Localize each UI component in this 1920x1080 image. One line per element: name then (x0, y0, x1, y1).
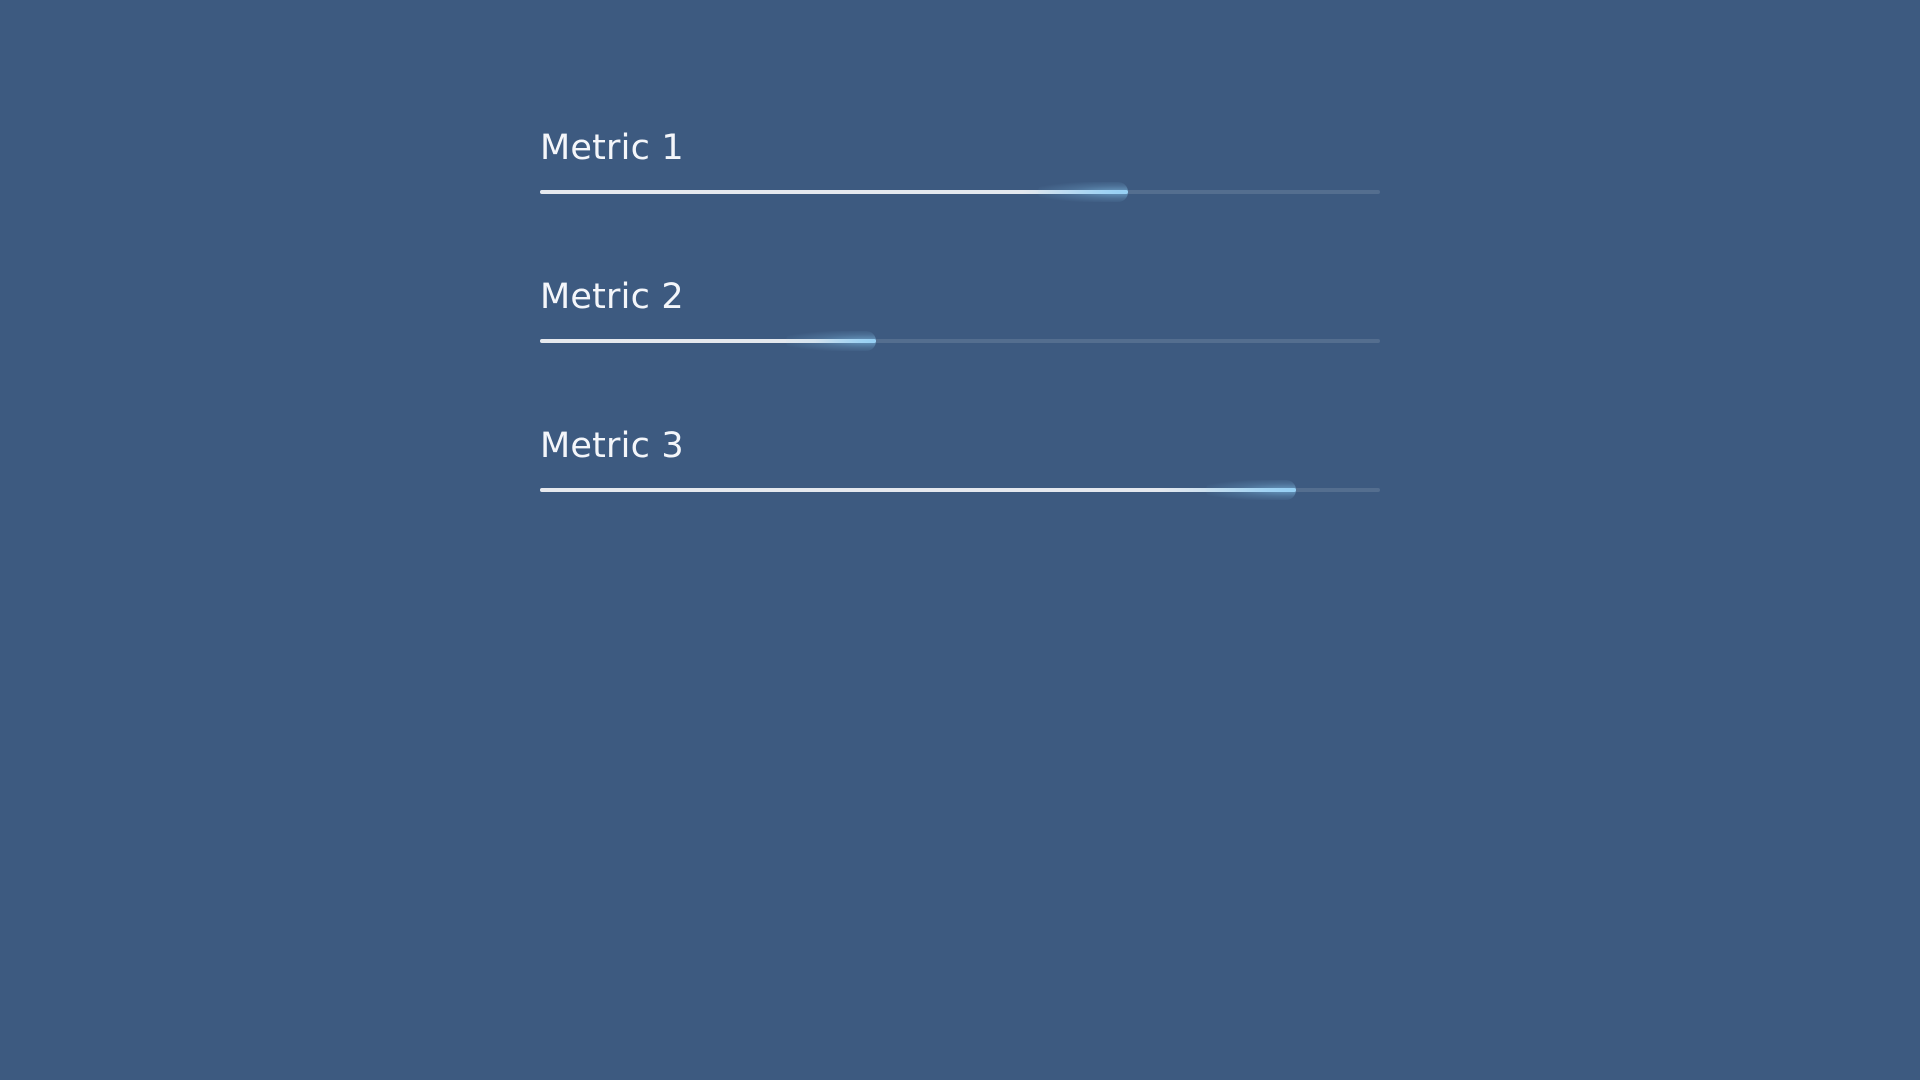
metric-label: Metric 1 (540, 128, 684, 168)
metric-label: Metric 2 (540, 277, 684, 317)
progress-track (540, 480, 1380, 500)
progress-glow (1206, 480, 1296, 500)
progress-track (540, 182, 1380, 202)
progress-glow (786, 331, 876, 351)
metrics-list: Metric 1 Metric 2 Metric 3 (540, 120, 1380, 567)
metric-item: Metric 1 (540, 120, 1380, 269)
metric-item: Metric 2 (540, 269, 1380, 418)
progress-fill (540, 480, 1296, 500)
progress-fill (540, 331, 876, 351)
progress-track (540, 331, 1380, 351)
page: Metric 1 Metric 2 Metric 3 (0, 0, 1920, 1080)
metric-label: Metric 3 (540, 426, 684, 466)
progress-fill (540, 182, 1128, 202)
metric-item: Metric 3 (540, 418, 1380, 567)
progress-glow (1038, 182, 1128, 202)
